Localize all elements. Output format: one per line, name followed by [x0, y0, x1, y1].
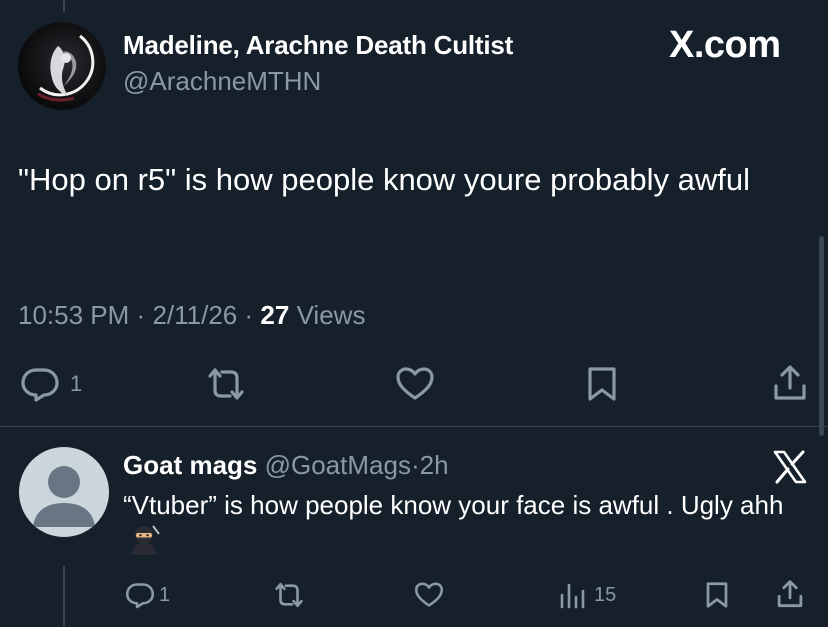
views-count: 27	[260, 300, 290, 330]
tweet-date[interactable]: 2/11/26	[152, 300, 237, 330]
author-avatar[interactable]	[18, 22, 106, 110]
reply-retweet-button[interactable]	[272, 581, 306, 609]
bookmark-icon	[588, 367, 616, 401]
tweet-text: "Hop on r5" is how people know youre pro…	[18, 162, 750, 197]
reply-icon	[125, 583, 155, 609]
tweet-meta: 10:53 PM · 2/11/26 · 27 Views	[18, 300, 365, 331]
views-label: Views	[296, 300, 366, 330]
like-icon	[396, 367, 434, 400]
reply-actions: 1 15	[0, 577, 828, 613]
bookmark-button[interactable]	[586, 366, 618, 402]
analytics-icon	[560, 583, 585, 609]
share-button[interactable]	[772, 364, 808, 402]
x-com-watermark: X.com	[669, 24, 781, 66]
author-name[interactable]: Madeline, Arachne Death Cultist	[123, 30, 513, 61]
tweet-actions: 1	[0, 362, 828, 406]
reply-separator: ·	[410, 450, 420, 480]
reply-share-button[interactable]	[776, 579, 804, 609]
bookmark-icon	[706, 582, 728, 608]
reply-header: Goat mags @GoatMags·2h	[123, 450, 449, 481]
tweet-time[interactable]: 10:53 PM	[18, 300, 129, 330]
author-handle[interactable]: @ArachneMTHN	[123, 66, 321, 97]
reply-bookmark-button[interactable]	[705, 581, 729, 609]
reply-reply-count: 1	[159, 583, 171, 606]
reply-reply-button[interactable]: 1	[125, 581, 170, 609]
reply-author-name[interactable]: Goat mags	[123, 450, 257, 480]
ninja-emoji-icon	[127, 524, 161, 566]
reply-age[interactable]: 2h	[420, 450, 449, 480]
reply-views-count: 15	[594, 583, 617, 606]
meta-separator: ·	[136, 300, 146, 330]
divider	[0, 426, 828, 427]
reply-count: 1	[70, 371, 83, 396]
reply-icon	[21, 368, 59, 402]
like-icon	[414, 582, 444, 607]
reply-author-handle[interactable]: @GoatMags	[265, 450, 411, 480]
retweet-button[interactable]	[204, 366, 248, 402]
x-logo-icon	[772, 450, 808, 489]
share-icon	[774, 365, 806, 400]
scrollbar[interactable]	[819, 236, 824, 436]
reply-text: “Vtuber” is how people know your face is…	[123, 487, 803, 566]
reply-button[interactable]: 1	[20, 366, 82, 402]
reply-like-button[interactable]	[414, 581, 444, 609]
meta-separator: ·	[244, 300, 254, 330]
share-icon	[777, 580, 803, 608]
retweet-icon	[275, 582, 303, 608]
reply-author-avatar[interactable]	[19, 447, 109, 537]
thread-line-top	[63, 0, 65, 12]
retweet-icon	[208, 368, 244, 400]
reply-views-button[interactable]: 15	[558, 581, 616, 609]
reply-text-content: “Vtuber” is how people know your face is…	[123, 490, 784, 520]
like-button[interactable]	[395, 366, 435, 402]
